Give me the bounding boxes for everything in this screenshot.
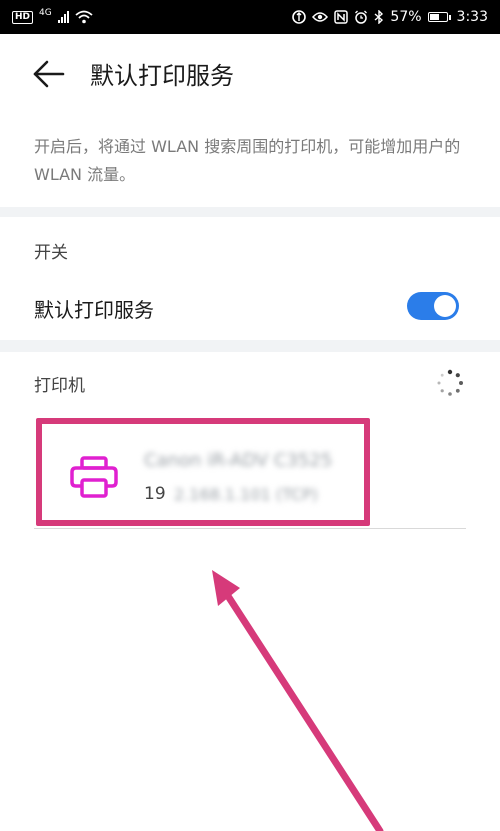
printer-address: 2.168.1.101 (TCP) bbox=[174, 485, 318, 504]
status-right: 57% 3:33 bbox=[292, 9, 488, 25]
printer-list-item[interactable]: Canon iR-ADV C3525 19 2.168.1.101 (TCP) bbox=[34, 416, 466, 528]
status-time: 3:33 bbox=[456, 9, 488, 25]
printer-address-prefix: 19 bbox=[144, 484, 166, 504]
alarm-icon bbox=[355, 10, 368, 24]
nfc-icon bbox=[334, 10, 349, 24]
battery-percent: 57% bbox=[390, 9, 422, 25]
status-bar: HD 4G 57% 3:33 bbox=[0, 0, 500, 34]
page-title: 默认打印服务 bbox=[90, 62, 234, 90]
service-description: 开启后，将通过 WLAN 搜索周围的打印机，可能增加用户的 WLAN 流量。 bbox=[34, 137, 461, 184]
default-print-service-label: 默认打印服务 bbox=[34, 298, 154, 322]
network-type: 4G bbox=[39, 8, 52, 18]
default-print-service-toggle[interactable] bbox=[407, 292, 459, 320]
switch-section-label: 开关 bbox=[34, 243, 68, 263]
battery-icon bbox=[427, 12, 451, 22]
section-divider bbox=[0, 340, 500, 352]
data-saver-icon bbox=[292, 10, 307, 24]
toggle-knob bbox=[434, 295, 456, 317]
section-divider bbox=[0, 207, 500, 217]
eye-icon bbox=[312, 12, 329, 22]
list-divider bbox=[34, 528, 466, 529]
status-left: HD 4G bbox=[12, 8, 93, 24]
hd-badge: HD bbox=[12, 10, 34, 24]
arrow-left-icon[interactable] bbox=[32, 58, 66, 90]
bluetooth-icon bbox=[374, 10, 384, 24]
spinner-icon bbox=[437, 369, 463, 396]
signal-icon bbox=[57, 11, 69, 23]
app-header: 默认打印服务 bbox=[0, 34, 500, 114]
wifi-icon bbox=[75, 10, 93, 24]
printers-section-label: 打印机 bbox=[34, 376, 85, 396]
printer-name: Canon iR-ADV C3525 bbox=[144, 450, 333, 471]
printer-icon bbox=[70, 456, 118, 498]
